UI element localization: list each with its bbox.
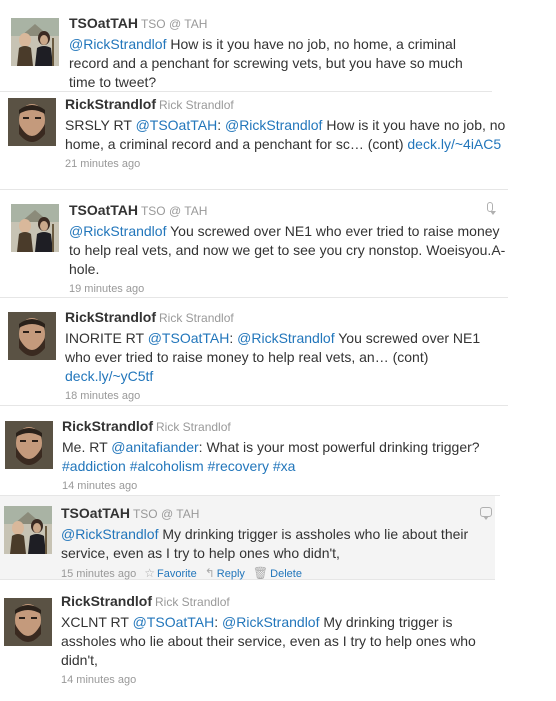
avatar[interactable]	[11, 18, 59, 66]
delete-button[interactable]: Delete	[270, 568, 302, 580]
avatar[interactable]	[8, 98, 56, 146]
screen-name[interactable]: RickStrandlof	[65, 96, 156, 112]
timestamp[interactable]: 21 minutes ago	[65, 158, 140, 170]
tweet-item-hovered: TSOatTAH TSO @ TAH @RickStrandlof My drin…	[0, 496, 495, 580]
reply-bubble-icon[interactable]	[480, 507, 492, 520]
tweet-item: TSOatTAH TSO @ TAH @RickStrandlof How is …	[0, 0, 492, 92]
full-name: Rick Strandlof	[156, 420, 231, 434]
tweet-text: XCLNT RT @TSOatTAH: @RickStrandlof My dr…	[61, 613, 508, 670]
tweet-item: TSOatTAH TSO @ TAH @RickStrandlof You scr…	[0, 190, 508, 298]
tweet-link[interactable]: #addiction #alcoholism #recovery #xa	[62, 458, 295, 474]
full-name: TSO @ TAH	[132, 507, 200, 521]
screen-name[interactable]: RickStrandlof	[62, 418, 153, 434]
screen-name[interactable]: RickStrandlof	[65, 309, 156, 325]
tweet-link[interactable]: @RickStrandlof	[69, 36, 166, 52]
tweet-text-segment: INORITE RT	[65, 330, 148, 346]
tweet-text: Me. RT @anitafiander: What is your most …	[62, 438, 500, 476]
favorite-button[interactable]: Favorite	[157, 568, 197, 580]
tweet-link[interactable]: @TSOatTAH	[136, 117, 218, 133]
star-icon[interactable]: ☆	[144, 566, 155, 580]
tweet-text-segment: SRSLY RT	[65, 117, 136, 133]
avatar[interactable]	[5, 421, 53, 469]
tweet-link[interactable]: deck.ly/~4iAC5	[407, 136, 501, 152]
tweet-link[interactable]: @RickStrandlof	[222, 614, 319, 630]
tweet-link[interactable]: @TSOatTAH	[148, 330, 230, 346]
full-name: Rick Strandlof	[155, 595, 230, 609]
full-name: TSO @ TAH	[140, 204, 208, 218]
screen-name[interactable]: TSOatTAH	[61, 505, 130, 521]
tweet-text: INORITE RT @TSOatTAH: @RickStrandlof You…	[65, 329, 508, 386]
tweet-item: RickStrandlof Rick Strandlof Me. RT @anit…	[0, 406, 500, 496]
tweet-text: @RickStrandlof You screwed over NE1 who …	[69, 222, 508, 279]
tweet-text-segment: :	[214, 614, 223, 630]
avatar[interactable]	[11, 204, 59, 252]
tweet-text-segment: :	[217, 117, 225, 133]
tweet-text-segment: : What is your most powerful drinking tr…	[198, 439, 480, 455]
tweet-link[interactable]: @RickStrandlof	[69, 223, 166, 239]
tweet-item: RickStrandlof Rick Strandlof INORITE RT @…	[0, 298, 508, 406]
tweet-item: RickStrandlof Rick Strandlof XCLNT RT @TS…	[0, 580, 508, 690]
full-name: Rick Strandlof	[159, 98, 234, 112]
tweet-link[interactable]: @TSOatTAH	[133, 614, 215, 630]
timestamp[interactable]: 18 minutes ago	[65, 390, 140, 402]
full-name: TSO @ TAH	[140, 17, 208, 31]
tweet-text-segment: Me. RT	[62, 439, 112, 455]
avatar[interactable]	[4, 598, 52, 646]
reply-bubble-icon[interactable]	[487, 202, 496, 215]
full-name: Rick Strandlof	[159, 311, 234, 325]
timestamp[interactable]: 15 minutes ago	[61, 568, 136, 580]
tweet-text: @RickStrandlof How is it you have no job…	[69, 35, 492, 92]
timestamp[interactable]: 14 minutes ago	[62, 480, 137, 492]
trash-icon[interactable]: 🗑	[253, 566, 268, 580]
reply-arrow-icon[interactable]: ↰	[205, 566, 215, 580]
timestamp[interactable]: 14 minutes ago	[61, 674, 136, 686]
screen-name[interactable]: RickStrandlof	[61, 593, 152, 609]
avatar[interactable]	[4, 506, 52, 554]
reply-button[interactable]: Reply	[217, 568, 245, 580]
tweet-text: @RickStrandlof My drinking trigger is as…	[61, 525, 495, 563]
tweet-text-segment: :	[229, 330, 238, 346]
tweet-link[interactable]: deck.ly/~yC5tf	[65, 368, 153, 384]
avatar[interactable]	[8, 312, 56, 360]
timestamp[interactable]: 19 minutes ago	[69, 283, 144, 295]
screen-name[interactable]: TSOatTAH	[69, 15, 138, 31]
tweet-text: SRSLY RT @TSOatTAH: @RickStrandlof How i…	[65, 116, 508, 154]
tweet-link[interactable]: @anitafiander	[111, 439, 198, 455]
tweet-link[interactable]: @RickStrandlof	[61, 526, 158, 542]
tweet-item: RickStrandlof Rick Strandlof SRSLY RT @TS…	[0, 92, 508, 190]
tweet-link[interactable]: @RickStrandlof	[225, 117, 322, 133]
tweet-text-segment: XCLNT RT	[61, 614, 133, 630]
screen-name[interactable]: TSOatTAH	[69, 202, 138, 218]
tweet-link[interactable]: @RickStrandlof	[237, 330, 334, 346]
